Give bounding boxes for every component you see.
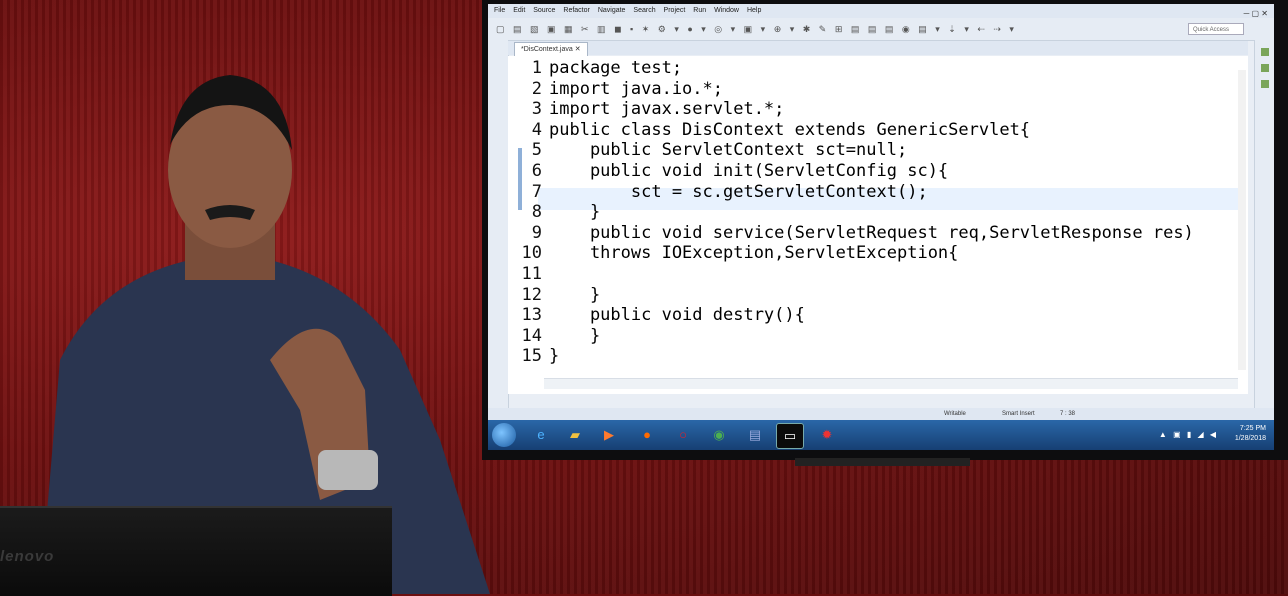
tab-title: *DisContext.java bbox=[521, 46, 573, 53]
line-number: 7 bbox=[531, 181, 542, 202]
start-button[interactable] bbox=[492, 423, 516, 447]
code-line[interactable]: 11 bbox=[508, 264, 1194, 285]
line-number: 3 bbox=[531, 99, 542, 120]
media-player-icon[interactable]: ▶ bbox=[596, 423, 622, 447]
code-text[interactable]: public void init(ServletConfig sc){ bbox=[549, 161, 948, 181]
line-number: 10 bbox=[521, 243, 542, 264]
menu-source[interactable]: Source bbox=[533, 7, 555, 14]
clock[interactable]: 7:25 PM 1/28/2018 bbox=[1235, 424, 1266, 444]
code-line[interactable]: 12 } bbox=[508, 285, 1194, 306]
menu-bar: File Edit Source Refactor Navigate Searc… bbox=[488, 4, 1274, 18]
line-number: 5 bbox=[531, 140, 542, 161]
menu-project[interactable]: Project bbox=[664, 7, 686, 14]
status-insert-mode: Smart Insert bbox=[1002, 411, 1035, 417]
code-line[interactable]: 2 import java.io.*; bbox=[508, 79, 1194, 100]
left-trim bbox=[488, 40, 509, 420]
status-cursor-position: 7 : 38 bbox=[1060, 411, 1076, 417]
status-writable: Writable bbox=[944, 411, 966, 417]
code-text[interactable]: public ServletContext sct=null; bbox=[549, 140, 907, 160]
laptop: lenovo bbox=[0, 506, 392, 596]
code-line[interactable]: 8 } bbox=[508, 202, 1194, 223]
code-text[interactable]: sct = sc.getServletContext(); bbox=[549, 182, 928, 202]
code-line[interactable]: 6 public void init(ServletConfig sc){ bbox=[508, 161, 1194, 182]
right-trim bbox=[1254, 40, 1274, 420]
code-line[interactable]: 10 throws IOException,ServletException{ bbox=[508, 243, 1194, 264]
code-line[interactable]: 9 public void service(ServletRequest req… bbox=[508, 223, 1194, 244]
task-icon[interactable] bbox=[1261, 64, 1269, 72]
monitor-stand bbox=[795, 458, 970, 466]
code-text[interactable]: import java.io.*; bbox=[549, 79, 723, 99]
code-editor[interactable]: 1 package test; 2 import java.io.*; 3 import … bbox=[508, 56, 1248, 394]
code-text[interactable]: throws IOException,ServletException{ bbox=[549, 243, 958, 263]
code-line[interactable]: 1 package test; bbox=[508, 58, 1194, 79]
terminal-icon[interactable]: ▭ bbox=[776, 423, 804, 449]
line-number: 15 bbox=[521, 346, 542, 367]
code-line[interactable]: 5 public ServletContext sct=null; bbox=[508, 140, 1194, 161]
windows-taskbar: e ▰ ▶ ● ○ ◉ ▤ ▭ ✹ ▲ ▣ ▮ ◢ ◀ 7:25 PM 1/28… bbox=[488, 420, 1274, 450]
horizontal-scrollbar[interactable] bbox=[544, 378, 1238, 389]
code-text[interactable]: } bbox=[549, 326, 600, 346]
line-number: 4 bbox=[531, 119, 542, 140]
problems-icon[interactable] bbox=[1261, 80, 1269, 88]
line-number: 6 bbox=[531, 160, 542, 181]
ie-icon[interactable]: e bbox=[528, 423, 554, 447]
firefox-icon[interactable]: ● bbox=[634, 423, 660, 447]
code-line[interactable]: 4 public class DisContext extends Generic… bbox=[508, 120, 1194, 141]
code-text[interactable]: public void destry(){ bbox=[549, 305, 805, 325]
menu-window[interactable]: Window bbox=[714, 7, 739, 14]
line-number: 13 bbox=[521, 305, 542, 326]
code-line[interactable]: 15} bbox=[508, 346, 1194, 367]
menu-navigate[interactable]: Navigate bbox=[598, 7, 626, 14]
code-text[interactable]: public void service(ServletRequest req,S… bbox=[549, 223, 1194, 243]
code-text[interactable]: } bbox=[549, 202, 600, 222]
code-line[interactable]: 3 import javax.servlet.*; bbox=[508, 99, 1194, 120]
system-tray-icons[interactable]: ▲ ▣ ▮ ◢ ◀ bbox=[1159, 430, 1218, 439]
menu-edit[interactable]: Edit bbox=[513, 7, 525, 14]
menu-file[interactable]: File bbox=[494, 7, 505, 14]
line-number: 14 bbox=[521, 325, 542, 346]
toolbar-icons[interactable]: ▢ ▤ ▧ ▣ ▦ ✂ ▥ ◼ ▪ ✶ ⚙ ▾ ● ▾ ◎ ▾ ▣ ▾ ⊕ ▾ … bbox=[496, 24, 1176, 35]
vertical-scrollbar[interactable] bbox=[1238, 70, 1246, 370]
notepad-icon[interactable]: ▤ bbox=[742, 423, 768, 447]
code-text[interactable]: } bbox=[549, 285, 600, 305]
code-text[interactable]: package test; bbox=[549, 58, 682, 78]
window-controls[interactable]: ─ ▢ ✕ bbox=[1244, 9, 1268, 18]
outline-icon[interactable] bbox=[1261, 48, 1269, 56]
line-number: 12 bbox=[521, 284, 542, 305]
menu-refactor[interactable]: Refactor bbox=[563, 7, 589, 14]
menu-search[interactable]: Search bbox=[633, 7, 655, 14]
editor-tab-row: *DisContext.java ✕ bbox=[508, 41, 1248, 56]
code-text[interactable]: } bbox=[549, 346, 559, 366]
code-line[interactable]: 7 sct = sc.getServletContext(); bbox=[508, 182, 1194, 203]
laptop-brand: lenovo bbox=[0, 548, 55, 565]
folder-icon[interactable]: ▰ bbox=[562, 423, 588, 447]
code-line[interactable]: 13 public void destry(){ bbox=[508, 305, 1194, 326]
code-area[interactable]: 1 package test; 2 import java.io.*; 3 import … bbox=[508, 58, 1194, 367]
app-icon[interactable]: ✹ bbox=[814, 423, 840, 447]
code-text[interactable]: public class DisContext extends GenericS… bbox=[549, 120, 1030, 140]
clock-time: 7:25 PM bbox=[1239, 425, 1266, 432]
code-text[interactable]: import javax.servlet.*; bbox=[549, 99, 784, 119]
line-number: 1 bbox=[531, 58, 542, 78]
opera-icon[interactable]: ○ bbox=[670, 423, 696, 447]
clock-date: 1/28/2018 bbox=[1234, 435, 1266, 442]
line-number: 8 bbox=[531, 202, 542, 223]
tab-discontext[interactable]: *DisContext.java ✕ bbox=[514, 42, 588, 56]
toolbar: ▢ ▤ ▧ ▣ ▦ ✂ ▥ ◼ ▪ ✶ ⚙ ▾ ● ▾ ◎ ▾ ▣ ▾ ⊕ ▾ … bbox=[488, 18, 1274, 41]
quick-access-input[interactable]: Quick Access bbox=[1188, 23, 1244, 35]
line-number: 9 bbox=[531, 222, 542, 243]
chrome-icon[interactable]: ◉ bbox=[706, 423, 732, 447]
line-number: 2 bbox=[531, 78, 542, 99]
menu-help[interactable]: Help bbox=[747, 7, 761, 14]
eclipse-screen: File Edit Source Refactor Navigate Searc… bbox=[488, 4, 1274, 450]
menu-run[interactable]: Run bbox=[693, 7, 706, 14]
line-number: 11 bbox=[521, 263, 542, 284]
code-line[interactable]: 14 } bbox=[508, 326, 1194, 347]
tab-close-icon[interactable]: ✕ bbox=[575, 46, 581, 53]
